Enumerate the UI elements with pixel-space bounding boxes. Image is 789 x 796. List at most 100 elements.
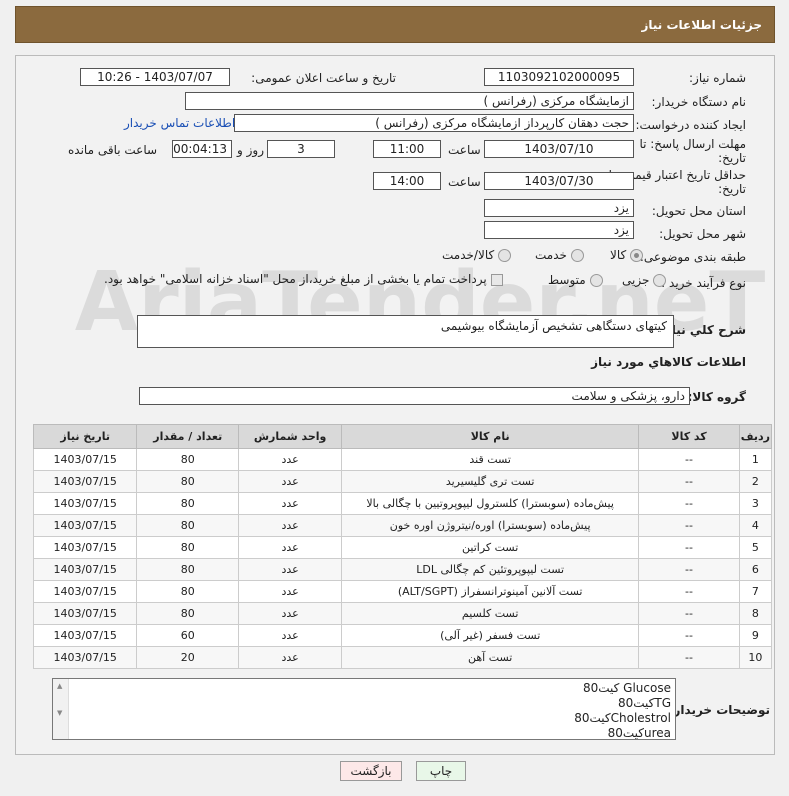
- table-row: 2 -- تست تری گلیسیرید عدد 80 1403/07/15: [32, 470, 773, 493]
- cell-item-name: تست کراتین: [341, 536, 640, 559]
- summary-field: کیتهای دستگاهی تشخیص آزمایشگاه بیوشیمی: [137, 315, 674, 348]
- cell-item-name: پیش‌ماده (سوبسترا) اوره/نیتروژن اوره خون: [341, 514, 640, 537]
- cell-item-name: تست آلانین آمینوترانسفراز (ALT/SGPT): [341, 580, 640, 603]
- header-row-number: ردیف: [738, 424, 773, 449]
- items-section-title: اطلاعات كالاهاي مورد نياز: [591, 355, 746, 369]
- cell-item-name: پیش‌ماده (سوبسترا) کلسترول لیپوپروتیین ب…: [341, 492, 640, 515]
- validity-date-field: 1403/07/30: [484, 172, 634, 190]
- days-remaining-field: 3: [267, 140, 335, 158]
- need-number-field: 1103092102000095: [484, 68, 634, 86]
- cell-quantity: 20: [136, 646, 240, 669]
- buyer-note-line: 80کیتCholestrol: [574, 711, 671, 725]
- city-label: شهر محل تحویل:: [659, 227, 746, 241]
- back-button[interactable]: بازگشت: [340, 761, 402, 781]
- cell-unit: عدد: [238, 514, 343, 537]
- buyer-notes-scrollbar[interactable]: ▲ ▼: [53, 679, 69, 739]
- cell-need-date: 1403/07/15: [32, 580, 138, 603]
- treasury-payment-option[interactable]: پرداخت تمام یا بخشی از مبلغ خرید،از محل …: [104, 272, 503, 286]
- cell-row-number: 1: [738, 448, 773, 471]
- table-row: 4 -- پیش‌ماده (سوبسترا) اوره/نیتروژن اوره …: [32, 514, 773, 537]
- category-option-goods-service[interactable]: کالا/خدمت: [442, 248, 512, 262]
- province-field: یزد: [484, 199, 634, 217]
- page-header: جزئیات اطلاعات نیاز: [15, 6, 775, 43]
- cell-item-code: --: [638, 448, 740, 471]
- page-title: جزئیات اطلاعات نیاز: [641, 18, 762, 32]
- header-item-name: نام کالا: [341, 424, 640, 449]
- need-number-label: شماره نیاز:: [689, 71, 746, 85]
- category-option-service[interactable]: خدمت: [535, 248, 584, 262]
- buyer-org-field: ازمایشگاه مرکزی (رفرانس ): [185, 92, 634, 110]
- cell-item-name: تست لیپوپروتئین کم چگالی LDL: [341, 558, 640, 581]
- radio-service[interactable]: [570, 249, 584, 262]
- buyer-org-label: نام دستگاه خریدار:: [651, 95, 747, 109]
- table-row: 3 -- پیش‌ماده (سوبسترا) کلسترول لیپوپروتیی…: [32, 492, 773, 515]
- radio-goods[interactable]: [630, 249, 644, 262]
- radio-partial[interactable]: [653, 274, 667, 287]
- buyer-notes-field[interactable]: ▲ ▼ 80کیت Glucose 80کیتTG 80کیتCholestro…: [52, 678, 676, 740]
- print-button[interactable]: چاپ: [416, 761, 466, 781]
- buyer-contact-link[interactable]: اطلاعات تماس خریدار: [124, 116, 235, 130]
- cell-item-code: --: [638, 624, 740, 647]
- announce-label: تاریخ و ساعت اعلان عمومی:: [251, 71, 396, 85]
- cell-row-number: 2: [738, 470, 773, 493]
- radio-goods-service[interactable]: [498, 249, 512, 262]
- cell-row-number: 4: [738, 514, 773, 537]
- cell-item-name: تست آهن: [341, 646, 640, 669]
- time-remaining-label: ساعت باقی مانده: [68, 143, 158, 157]
- buyer-note-line: 80کیت Glucose: [582, 681, 671, 695]
- buyer-notes-text: 80کیت Glucose 80کیتTG 80کیتCholestrol 80…: [574, 681, 671, 739]
- header-unit: واحد شمارش: [238, 424, 343, 449]
- cell-need-date: 1403/07/15: [32, 624, 138, 647]
- header-need-date: تاریخ نیاز: [32, 424, 138, 449]
- cell-need-date: 1403/07/15: [32, 558, 138, 581]
- table-row: 1 -- تست قند عدد 80 1403/07/15: [32, 448, 773, 471]
- buyer-note-line: 80کیتTG: [617, 696, 671, 710]
- cell-item-code: --: [638, 602, 740, 625]
- scroll-down-icon[interactable]: ▼: [57, 709, 62, 717]
- cell-item-code: --: [638, 558, 740, 581]
- table-row: 8 -- تست کلسیم عدد 80 1403/07/15: [32, 602, 773, 625]
- cell-need-date: 1403/07/15: [32, 646, 138, 669]
- cell-row-number: 10: [738, 646, 773, 669]
- cell-item-name: تست تری گلیسیرید: [341, 470, 640, 493]
- deadline-time-field: 11:00: [373, 140, 441, 158]
- cell-quantity: 80: [136, 602, 240, 625]
- category-label: طبقه بندی موضوعی:: [639, 250, 746, 264]
- process-option-medium[interactable]: متوسط: [548, 273, 603, 287]
- treasury-checkbox[interactable]: [490, 273, 503, 286]
- header-quantity: تعداد / مقدار: [136, 424, 240, 449]
- cell-unit: عدد: [238, 492, 343, 515]
- table-row: 10 -- تست آهن عدد 20 1403/07/15: [32, 646, 773, 669]
- table-row: 6 -- تست لیپوپروتئین کم چگالی LDL عدد 80 1403…: [32, 558, 773, 581]
- cell-item-name: تست کلسیم: [341, 602, 640, 625]
- items-table: ردیف کد کالا نام کالا واحد شمارش تعداد /…: [32, 424, 773, 669]
- cell-need-date: 1403/07/15: [32, 536, 138, 559]
- cell-unit: عدد: [238, 580, 343, 603]
- header-item-code: کد کالا: [638, 424, 740, 449]
- cell-unit: عدد: [238, 558, 343, 581]
- table-row: 7 -- تست آلانین آمینوترانسفراز (ALT/SGPT) ع…: [32, 580, 773, 603]
- cell-row-number: 6: [738, 558, 773, 581]
- process-option-partial[interactable]: جزیی: [622, 273, 667, 287]
- cell-row-number: 5: [738, 536, 773, 559]
- buyer-notes-label: توضیحات خریدار:: [668, 703, 770, 717]
- group-label: گروه کالا:: [687, 390, 746, 404]
- cell-unit: عدد: [238, 470, 343, 493]
- days-label: روز و: [237, 143, 264, 157]
- cell-need-date: 1403/07/15: [32, 602, 138, 625]
- cell-unit: عدد: [238, 448, 343, 471]
- cell-row-number: 8: [738, 602, 773, 625]
- deadline-date-label: تاریخ:: [718, 151, 746, 165]
- time-remaining-field: 00:04:13: [172, 140, 232, 158]
- group-field: دارو، پزشکی و سلامت: [139, 387, 690, 405]
- requester-field: حجت دهقان کارپرداز ازمایشگاه مرکزی (رفرا…: [234, 114, 634, 132]
- radio-medium[interactable]: [589, 274, 603, 287]
- cell-quantity: 80: [136, 514, 240, 537]
- cell-unit: عدد: [238, 624, 343, 647]
- scroll-up-icon[interactable]: ▲: [57, 682, 62, 690]
- category-option-goods[interactable]: کالا: [610, 248, 644, 262]
- cell-quantity: 80: [136, 470, 240, 493]
- cell-item-code: --: [638, 514, 740, 537]
- cell-item-name: تست قند: [341, 448, 640, 471]
- cell-quantity: 80: [136, 558, 240, 581]
